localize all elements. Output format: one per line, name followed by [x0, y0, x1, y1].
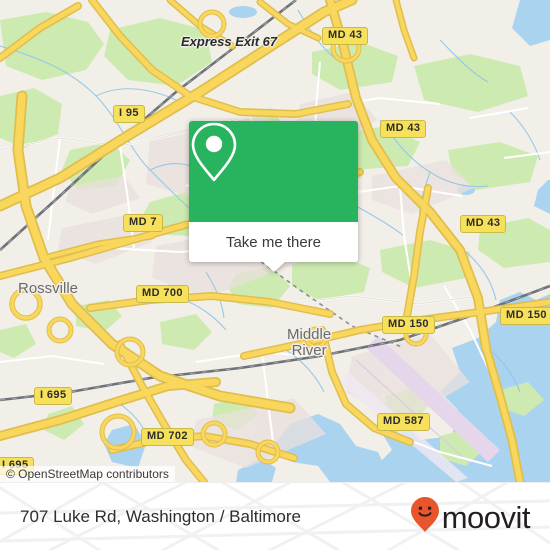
road-shield: MD 702 [141, 428, 194, 446]
road-shield: MD 150 [382, 316, 435, 334]
road-shield: MD 7 [123, 214, 163, 232]
moovit-smiley-pin-icon [410, 496, 440, 538]
popup-card-action[interactable]: Take me there [189, 222, 358, 262]
road-shield: MD 43 [322, 27, 369, 45]
road-shield: I 95 [113, 105, 145, 123]
popup-card-header [189, 121, 358, 222]
moovit-map-screen: MD 43 I 95 MD 43 MD 7 MD 43 MD 700 MD 150 MD 15… [0, 0, 550, 550]
exit-label: Express Exit 67 [181, 34, 278, 49]
destination-popup-card[interactable]: Take me there [189, 121, 358, 272]
footer-bar: 707 Luke Rd, Washington / Baltimore moov… [0, 482, 550, 550]
attribution-text: © OpenStreetMap contributors [6, 467, 169, 481]
road-shield: MD 43 [460, 215, 507, 233]
road-shield: MD 43 [380, 120, 427, 138]
map-canvas[interactable]: MD 43 I 95 MD 43 MD 7 MD 43 MD 700 MD 150 MD 15… [0, 0, 550, 482]
place-label-line: Middle [287, 326, 332, 343]
road-shield: MD 150 [500, 307, 550, 325]
road-shield: MD 587 [377, 413, 430, 431]
moovit-wordmark: moovit [441, 499, 531, 535]
road-shield: MD 700 [136, 285, 189, 303]
take-me-there-label: Take me there [225, 233, 322, 251]
popup-card-tail [262, 262, 285, 272]
moovit-logo[interactable]: moovit [410, 496, 531, 538]
place-label: Middle River [287, 327, 331, 359]
place-label: Rossville [18, 281, 78, 296]
map-attribution[interactable]: © OpenStreetMap contributors [0, 466, 175, 482]
place-label-line: River [291, 342, 327, 359]
address-label: 707 Luke Rd, Washington / Baltimore [20, 507, 301, 526]
road-shield: I 695 [34, 387, 73, 405]
place-label-line: Rossville [18, 280, 79, 297]
